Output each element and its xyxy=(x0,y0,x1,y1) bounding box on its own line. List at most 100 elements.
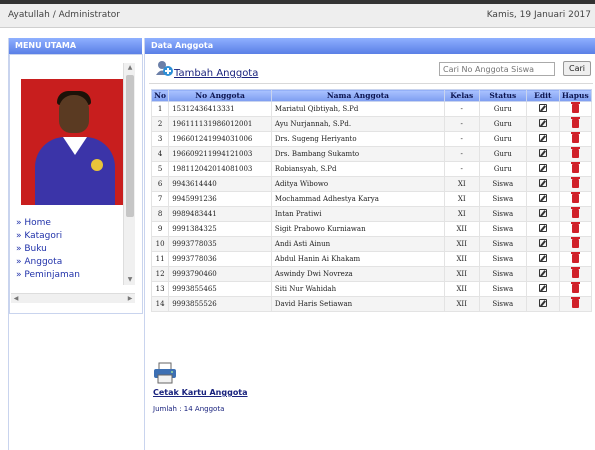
member-status: Siswa xyxy=(478,266,528,282)
row-number: 11 xyxy=(150,251,170,267)
edit-cell xyxy=(526,266,560,282)
delete-cell xyxy=(558,146,593,162)
edit-icon[interactable] xyxy=(538,194,547,202)
delete-cell xyxy=(558,191,593,207)
trash-icon[interactable] xyxy=(570,101,580,113)
row-number: 14 xyxy=(150,296,170,312)
sidebar-horizontal-scrollbar[interactable]: ◀ ▶ xyxy=(11,293,135,303)
trash-icon[interactable] xyxy=(570,116,580,128)
member-name: Intan Pratiwi xyxy=(270,206,445,222)
member-class: - xyxy=(443,131,480,147)
member-name: Ayu Nurjannah, S.Pd. xyxy=(270,116,445,132)
edit-cell xyxy=(526,146,560,162)
table-header-row: No No Anggota Nama Anggota Kelas Status … xyxy=(150,89,593,102)
scroll-up-icon[interactable]: ▲ xyxy=(126,64,134,72)
add-member-link[interactable]: Tambah Anggota xyxy=(174,68,258,79)
trash-icon[interactable] xyxy=(570,176,580,188)
member-id: 9993778036 xyxy=(168,251,272,267)
edit-cell xyxy=(526,191,560,207)
member-class: XII xyxy=(443,296,480,312)
sidebar-item-peminjaman[interactable]: » Peminjaman xyxy=(16,269,80,282)
table-toolbar: Tambah Anggota Cari xyxy=(149,58,593,84)
member-status: Siswa xyxy=(478,221,528,237)
sidebar-item-anggota[interactable]: » Anggota xyxy=(16,256,80,269)
member-status: Guru xyxy=(478,131,528,147)
trash-icon[interactable] xyxy=(570,221,580,233)
scrollbar-thumb[interactable] xyxy=(126,75,134,217)
scroll-down-icon[interactable]: ▼ xyxy=(126,276,134,284)
delete-cell xyxy=(558,221,593,237)
edit-icon[interactable] xyxy=(538,269,547,277)
table-row: 4 196609211994121003 Drs. Bambang Sukamto -… xyxy=(150,146,593,162)
col-header-hapus: Hapus xyxy=(558,89,593,102)
edit-icon[interactable] xyxy=(538,299,547,307)
edit-cell xyxy=(526,161,560,177)
member-name: Drs. Sugeng Heriyanto xyxy=(270,131,445,147)
trash-icon[interactable] xyxy=(570,236,580,248)
printer-icon[interactable] xyxy=(153,362,177,384)
member-class: XI xyxy=(443,191,480,207)
member-name: Aditya Wibowo xyxy=(270,176,445,192)
edit-icon[interactable] xyxy=(538,149,547,157)
edit-icon[interactable] xyxy=(538,119,547,127)
sidebar-nav: » Home » Katagori » Buku » Anggota » Pem… xyxy=(16,217,80,282)
delete-cell xyxy=(558,176,593,192)
member-id: 9993790460 xyxy=(168,266,272,282)
edit-icon[interactable] xyxy=(538,104,547,112)
member-id: 198112042014081003 xyxy=(168,161,272,177)
member-id: 9945991236 xyxy=(168,191,272,207)
sidebar-item-buku[interactable]: » Buku xyxy=(16,243,80,256)
member-count: Jumlah : 14 Anggota xyxy=(153,405,225,413)
edit-icon[interactable] xyxy=(538,164,547,172)
trash-icon[interactable] xyxy=(570,281,580,293)
add-user-icon[interactable] xyxy=(155,60,173,76)
edit-icon[interactable] xyxy=(538,284,547,292)
member-name: Mochammad Adhestya Karya xyxy=(270,191,445,207)
delete-cell xyxy=(558,251,593,267)
edit-icon[interactable] xyxy=(538,134,547,142)
edit-cell xyxy=(526,131,560,147)
page-title: Data Anggota xyxy=(145,38,595,54)
sidebar-item-home[interactable]: » Home xyxy=(16,217,80,230)
sidebar-item-katagori[interactable]: » Katagori xyxy=(16,230,80,243)
trash-icon[interactable] xyxy=(570,296,580,308)
edit-icon[interactable] xyxy=(538,209,547,217)
trash-icon[interactable] xyxy=(570,131,580,143)
trash-icon[interactable] xyxy=(570,161,580,173)
member-id: 9993778035 xyxy=(168,236,272,252)
member-class: XII xyxy=(443,266,480,282)
user-photo xyxy=(21,79,127,205)
trash-icon[interactable] xyxy=(570,191,580,203)
table-row: 12 9993790460 Aswindy Dwi Novreza XII Siswa xyxy=(150,266,593,282)
edit-icon[interactable] xyxy=(538,179,547,187)
edit-icon[interactable] xyxy=(538,254,547,262)
col-header-no: No xyxy=(150,89,170,102)
member-name: Aswindy Dwi Novreza xyxy=(270,266,445,282)
scroll-right-icon[interactable]: ▶ xyxy=(125,294,135,304)
edit-cell xyxy=(526,281,560,297)
scroll-left-icon[interactable]: ◀ xyxy=(11,294,21,304)
table-row: 9 9991384325 Sigit Prabowo Kurniawan XII Sis… xyxy=(150,221,593,237)
table-row: 6 9943614440 Aditya Wibowo XI Siswa xyxy=(150,176,593,192)
sidebar-vertical-scrollbar[interactable]: ▲ ▼ xyxy=(123,63,135,285)
member-name: Sigit Prabowo Kurniawan xyxy=(270,221,445,237)
edit-icon[interactable] xyxy=(538,239,547,247)
member-class: XI xyxy=(443,176,480,192)
member-class: - xyxy=(443,116,480,132)
search-button[interactable]: Cari xyxy=(563,61,591,76)
trash-icon[interactable] xyxy=(570,146,580,158)
member-name: Robiansyah, S.Pd xyxy=(270,161,445,177)
row-number: 4 xyxy=(150,146,170,162)
edit-cell xyxy=(526,206,560,222)
trash-icon[interactable] xyxy=(570,266,580,278)
edit-icon[interactable] xyxy=(538,224,547,232)
trash-icon[interactable] xyxy=(570,251,580,263)
member-status: Siswa xyxy=(478,281,528,297)
row-number: 1 xyxy=(150,101,170,117)
search-input[interactable] xyxy=(439,62,555,76)
col-header-status: Status xyxy=(478,89,528,102)
col-header-no-anggota: No Anggota xyxy=(168,89,272,102)
print-member-card-link[interactable]: Cetak Kartu Anggota xyxy=(153,388,248,397)
trash-icon[interactable] xyxy=(570,206,580,218)
col-header-kelas: Kelas xyxy=(443,89,480,102)
